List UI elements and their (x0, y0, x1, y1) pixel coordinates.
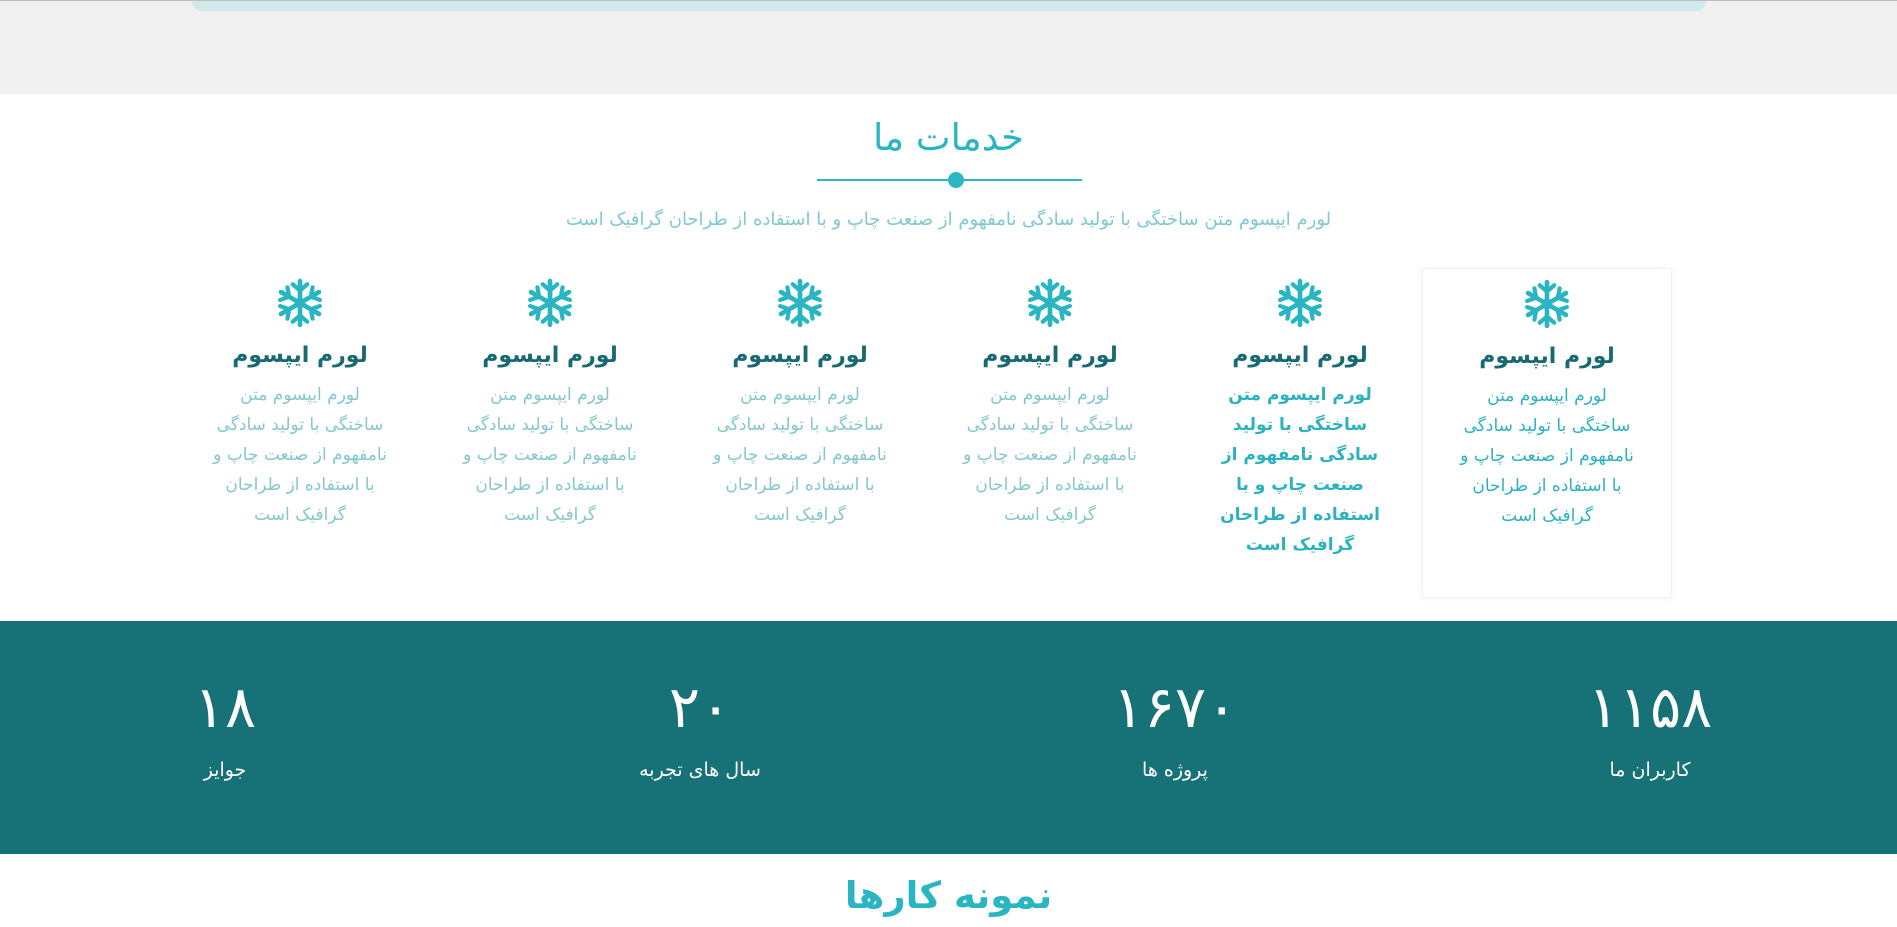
service-card[interactable]: لورم ایپسوم لورم ایپسوم متن ساختگی با تو… (175, 268, 425, 598)
snowflake-icon (778, 278, 822, 328)
snowflake-icon (528, 278, 572, 328)
service-card[interactable]: لورم ایپسوم لورم ایپسوم متن ساختگی با تو… (675, 268, 925, 598)
stat-label: پروژه ها (1142, 759, 1208, 781)
service-card-title: لورم ایپسوم (732, 343, 868, 368)
stats-section: ۱۱۵۸ کاربران ما ۱۶۷۰ پروژه ها ۲۰ سال های… (0, 621, 1897, 854)
services-section: خدمات ما لورم ایپسوم متن ساختگی با تولید… (0, 94, 1897, 621)
service-card-title: لورم ایپسوم (982, 343, 1118, 368)
snowflake-icon (1028, 278, 1072, 328)
stat-experience: ۲۰ سال های تجربه (550, 621, 850, 781)
stat-number: ۱۸ (193, 673, 257, 741)
service-card-title: لورم ایپسوم (232, 343, 368, 368)
service-card-text: لورم ایپسوم متن ساختگی با تولید سادگی نا… (713, 385, 887, 525)
top-search-bar-edge (192, 1, 1706, 11)
service-card[interactable]: لورم ایپسوم لورم ایپسوم متن ساختگی با تو… (1175, 268, 1425, 598)
service-card[interactable]: لورم ایپسوم لورم ایپسوم متن ساختگی با تو… (1422, 268, 1672, 598)
service-card-text: لورم ایپسوم متن ساختگی با تولید سادگی نا… (1220, 385, 1380, 555)
stat-label: کاربران ما (1609, 759, 1691, 781)
top-band (0, 0, 1897, 94)
service-card-text: لورم ایپسوم متن ساختگی با تولید سادگی نا… (1460, 386, 1634, 526)
snowflake-icon (1278, 278, 1322, 328)
service-card-title: لورم ایپسوم (1479, 344, 1615, 369)
stat-number: ۲۰ (668, 673, 732, 741)
service-card-text: لورم ایپسوم متن ساختگی با تولید سادگی نا… (213, 385, 387, 525)
services-title: خدمات ما (872, 116, 1025, 159)
service-card-title: لورم ایپسوم (1232, 343, 1368, 368)
stat-label: سال های تجربه (639, 759, 761, 781)
stat-projects: ۱۶۷۰ پروژه ها (1025, 621, 1325, 781)
stat-awards: ۱۸ جوایز (75, 621, 375, 781)
portfolio-title: نمونه کارها (844, 874, 1053, 917)
stat-users: ۱۱۵۸ کاربران ما (1500, 621, 1800, 781)
service-card-text: لورم ایپسوم متن ساختگی با تولید سادگی نا… (463, 385, 637, 525)
service-card-title: لورم ایپسوم (482, 343, 618, 368)
stat-label: جوایز (203, 759, 247, 781)
title-divider-dot (948, 172, 964, 188)
stat-number: ۱۶۷۰ (1112, 673, 1238, 741)
snowflake-icon (278, 278, 322, 328)
snowflake-icon (1525, 279, 1569, 329)
services-subtitle: لورم ایپسوم متن ساختگی با تولید سادگی نا… (565, 209, 1332, 230)
stat-number: ۱۱۵۸ (1587, 673, 1713, 741)
service-card[interactable]: لورم ایپسوم لورم ایپسوم متن ساختگی با تو… (425, 268, 675, 598)
service-card-text: لورم ایپسوم متن ساختگی با تولید سادگی نا… (963, 385, 1137, 525)
service-card[interactable]: لورم ایپسوم لورم ایپسوم متن ساختگی با تو… (925, 268, 1175, 598)
